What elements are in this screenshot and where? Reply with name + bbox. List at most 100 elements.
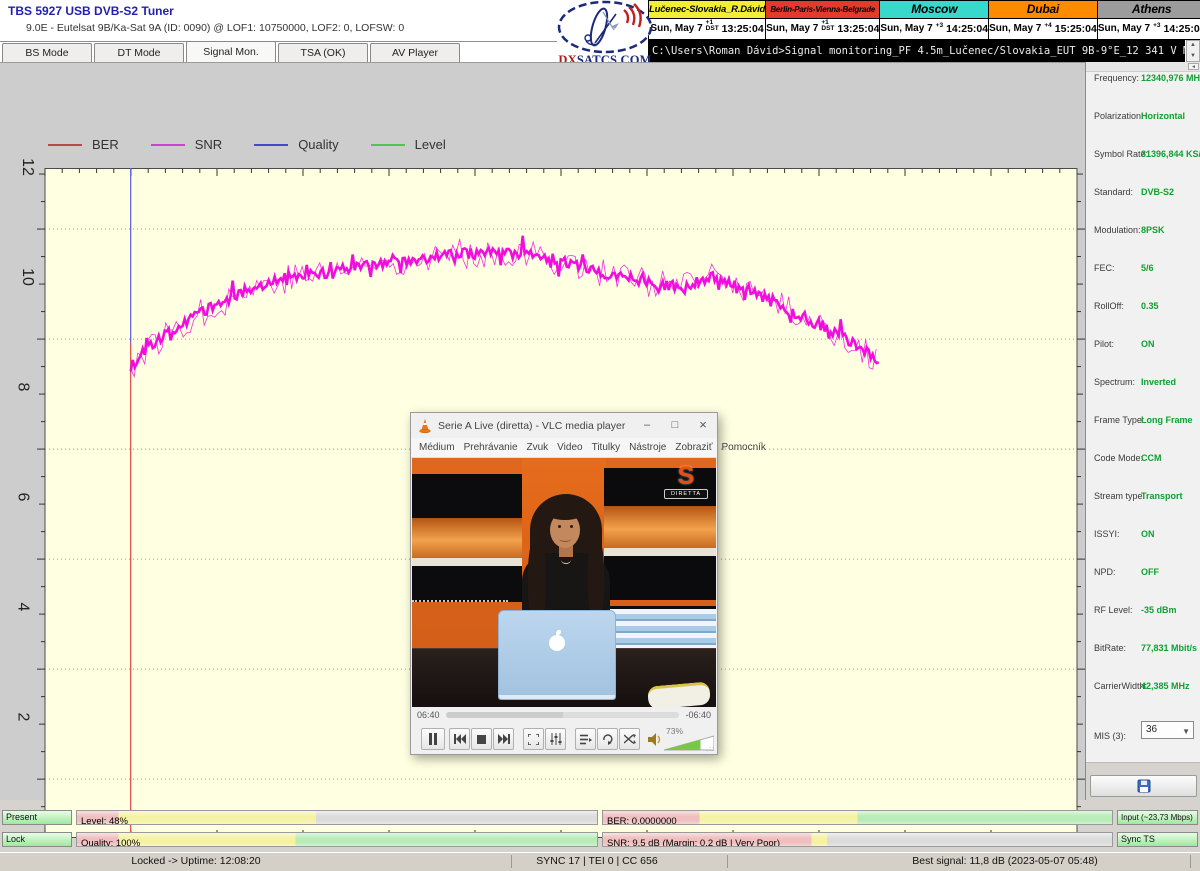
menu-video[interactable]: Video (557, 442, 582, 453)
apple-logo-icon (547, 629, 567, 653)
previous-button[interactable] (449, 728, 470, 750)
tab-bs-mode[interactable]: BS Mode (2, 43, 92, 63)
y-axis-label: 2 (13, 713, 31, 722)
menu-playback[interactable]: Prehrávanie (464, 442, 518, 453)
y-axis-label: 10 (18, 268, 36, 286)
clock-utc-offset: +4 (1044, 23, 1051, 29)
tab-dt-mode[interactable]: DT Mode (94, 43, 184, 63)
floppy-icon (1137, 779, 1151, 793)
stop-icon (477, 735, 486, 744)
menu-subtitles[interactable]: Titulky (592, 442, 621, 453)
legend-line-level (371, 144, 405, 146)
param-standard: Standard:DVB-S2 (1094, 187, 1196, 201)
maximize-icon[interactable]: □ (661, 413, 689, 438)
seek-slider[interactable] (446, 712, 680, 718)
clock-moscow: Moscow Sun, May 7 +3 14:25:04 (880, 1, 989, 39)
close-icon[interactable]: × (689, 413, 717, 438)
settings-button[interactable] (545, 728, 566, 750)
clock-city: Berlin-Paris-Vienna-Belgrade (766, 1, 879, 19)
scroll-up-icon[interactable]: ▲ (1190, 41, 1196, 50)
clock-utc-offset: +3 (1153, 23, 1160, 29)
clock-time: 14:25:04 (1163, 23, 1200, 35)
next-button[interactable] (493, 728, 514, 750)
resize-grip-icon[interactable]: .:: (706, 746, 715, 753)
tab-signal-mon[interactable]: Signal Mon. (186, 41, 276, 63)
y-axis-label: 8 (13, 383, 31, 392)
scroll-left-icon[interactable]: ◄ (1188, 63, 1199, 70)
menu-tools[interactable]: Nástroje (629, 442, 666, 453)
presenter-hair-strand (588, 538, 604, 618)
param-fec: FEC:5/6 (1094, 263, 1196, 277)
terminal-scrollbar[interactable]: ▲ ▼ (1186, 40, 1200, 62)
best-signal: Best signal: 11,8 dB (2023-05-07 05:48) (912, 855, 1097, 867)
satellite-dish-icon (552, 0, 658, 54)
legend-line-quality (254, 144, 288, 146)
save-button[interactable] (1090, 775, 1197, 797)
legend-label-ber: BER (92, 137, 119, 152)
param-spectrum: Spectrum:Inverted (1094, 377, 1196, 391)
menu-audio[interactable]: Zvuk (527, 442, 549, 453)
param-frequency: Frequency:12340,976 MHz (1094, 73, 1196, 87)
world-clocks: Lučenec-Slovakia_R.Dávid Sun, May 7 +1DS… (648, 0, 1200, 40)
vlc-menubar: Médium Prehrávanie Zvuk Video Titulky Ná… (411, 438, 717, 458)
menu-media[interactable]: Médium (419, 442, 455, 453)
clock-city: Dubai (989, 1, 1097, 19)
loop-button[interactable] (597, 728, 618, 750)
tab-av-player[interactable]: AV Player (370, 43, 460, 63)
y-axis-label: 6 (13, 493, 31, 502)
legend-line-ber (48, 144, 82, 146)
uptime-status: Locked -> Uptime: 12:08:20 (131, 855, 260, 867)
present-badge: Present (2, 810, 72, 825)
clock-dst-flag: DST (821, 26, 834, 32)
clock-berlin: Berlin-Paris-Vienna-Belgrade Sun, May 7 … (766, 1, 880, 39)
pause-button[interactable] (421, 728, 445, 750)
previous-icon (454, 734, 466, 744)
vlc-titlebar[interactable]: Serie A Live (diretta) - VLC media playe… (411, 413, 717, 438)
param-stream-type: Stream type:Transport (1094, 491, 1196, 505)
param-symbol-rate: Symbol Rate:31396,844 KS/s (1094, 149, 1196, 163)
channel-logo: S DIRETTA (664, 464, 708, 499)
sidebar-footer (1086, 762, 1200, 801)
param-polarization: Polarization:Horizontal (1094, 111, 1196, 125)
presenter-hair-fringe (545, 503, 585, 520)
dxsatcs-logo: DXSATCS.COM (552, 0, 658, 70)
snr-bar: SNR: 9,5 dB (Margin: 0,2 dB | Very Poor) (602, 832, 1113, 847)
sidebar-scrollbar[interactable]: ◄ (1086, 62, 1200, 72)
param-mis: MIS (3): 36 ▼ (1094, 726, 1196, 744)
stop-button[interactable] (471, 728, 492, 750)
channel-logo-letter: S (664, 464, 708, 488)
vlc-seek-row: 06:40 -06:40 (411, 707, 717, 723)
clock-date: Sun, May 7 (1098, 23, 1150, 34)
clock-city: Lučenec-Slovakia_R.Dávid (649, 1, 765, 19)
playlist-button[interactable] (575, 728, 596, 750)
menu-view[interactable]: Zobraziť (675, 442, 712, 453)
param-modulation: Modulation:8PSK (1094, 225, 1196, 239)
chart-legend: BER SNR Quality Level (48, 137, 468, 152)
mis-selected-value: 36 (1146, 724, 1157, 735)
minimize-icon[interactable]: – (633, 413, 661, 438)
clock-lucenec: Lučenec-Slovakia_R.Dávid Sun, May 7 +1DS… (649, 1, 766, 39)
tuner-parameters-sidebar: ◄ Frequency:12340,976 MHz Polarization:H… (1085, 62, 1200, 800)
fullscreen-button[interactable] (523, 728, 544, 750)
lock-badge: Lock (2, 832, 72, 847)
video-surface[interactable]: S DIRETTA (412, 458, 716, 707)
shuffle-button[interactable] (619, 728, 640, 750)
scroll-down-icon[interactable]: ▼ (1190, 52, 1196, 61)
shuffle-icon (624, 734, 636, 744)
param-issyi: ISSYI:ON (1094, 529, 1196, 543)
param-rolloff: RollOff:0.35 (1094, 301, 1196, 315)
mis-dropdown[interactable]: 36 ▼ (1141, 721, 1194, 739)
presenter-eye (570, 525, 573, 528)
clock-dubai: Dubai Sun, May 7 +4 15:25:04 (989, 1, 1098, 39)
vlc-window-title: Serie A Live (diretta) - VLC media playe… (438, 420, 633, 432)
terminal-command-line[interactable]: C:\Users\Roman Dávid>Signal monitoring_P… (648, 40, 1185, 62)
legend-label-level: Level (415, 137, 446, 152)
statusbar-divider (727, 855, 728, 868)
clock-time: 14:25:04 (946, 23, 988, 35)
tab-tsa[interactable]: TSA (OK) (278, 43, 368, 63)
speaker-icon[interactable] (648, 733, 662, 746)
legend-line-snr (151, 144, 185, 146)
clock-athens: Athens Sun, May 7 +3 14:25:04 (1098, 1, 1200, 39)
menu-help[interactable]: Pomocník (721, 442, 765, 453)
clock-date: Sun, May 7 (766, 23, 818, 34)
